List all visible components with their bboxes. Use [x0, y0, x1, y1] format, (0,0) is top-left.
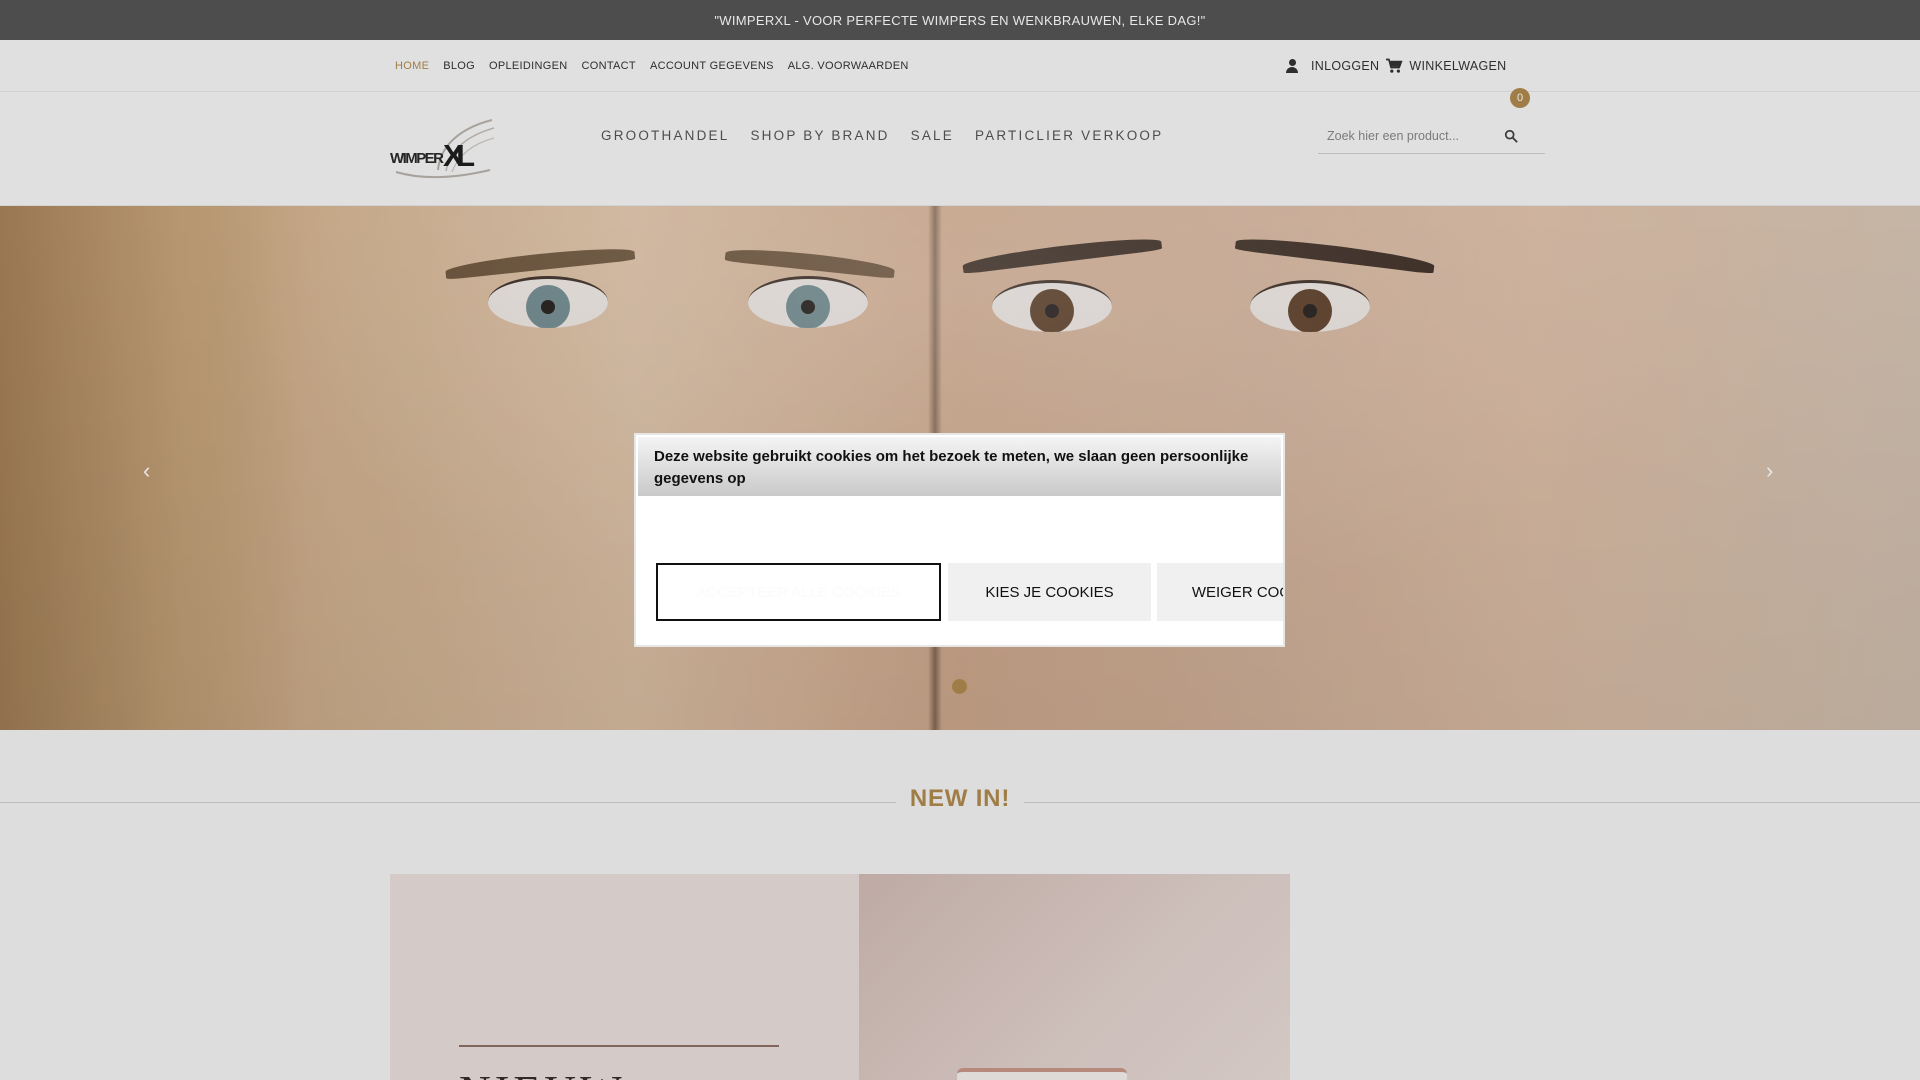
- product-box-image: [957, 1068, 1127, 1080]
- slider-dot-active[interactable]: [952, 679, 967, 694]
- cart-count-badge: 0: [1510, 88, 1530, 108]
- cookie-consent-dialog: Deze website gebruikt cookies om het bez…: [634, 433, 1285, 647]
- nav-link-blog[interactable]: BLOG: [443, 60, 475, 72]
- mainnav-groothandel[interactable]: GROOTHANDEL: [601, 128, 729, 143]
- svg-text:XL: XL: [443, 138, 475, 173]
- nav-link-home[interactable]: HOME: [395, 60, 429, 72]
- promo-heading: NIEUW: [459, 1070, 719, 1080]
- choose-cookies-button[interactable]: KIES JE COOKIES: [948, 563, 1151, 621]
- top-navigation: HOME BLOG OPLEIDINGEN CONTACT ACCOUNT GE…: [0, 40, 1920, 108]
- account-cart-area: INLOGGEN WINKELWAGEN: [1285, 40, 1506, 92]
- search-input[interactable]: [1318, 128, 1498, 143]
- main-header: WIMPER XL GROOTHANDEL SHOP BY BRAND SALE…: [0, 92, 1920, 206]
- promo-text-clip: NIEUW: [459, 1070, 719, 1080]
- section-title: NEW IN!: [895, 785, 1025, 812]
- search-bar: [1318, 118, 1545, 154]
- top-nav-links: HOME BLOG OPLEIDINGEN CONTACT ACCOUNT GE…: [395, 40, 909, 92]
- chevron-right-icon[interactable]: ›: [1766, 458, 1773, 484]
- login-link[interactable]: INLOGGEN: [1311, 59, 1379, 73]
- cart-link[interactable]: WINKELWAGEN: [1409, 59, 1506, 73]
- cookie-message: Deze website gebruikt cookies om het bez…: [654, 448, 1249, 487]
- cookie-dialog-header: Deze website gebruikt cookies om het bez…: [638, 437, 1281, 496]
- accept-all-cookies-button[interactable]: ACCEPTEER ALLE COOKIES: [656, 563, 941, 621]
- announcement-text: "WIMPERXL - VOOR PERFECTE WIMPERS EN WEN…: [714, 12, 1206, 28]
- search-icon[interactable]: [1504, 129, 1518, 143]
- new-in-section-header: NEW IN!: [0, 785, 1920, 820]
- promo-tile-right[interactable]: [859, 874, 1290, 1080]
- user-icon[interactable]: [1285, 59, 1299, 73]
- cookie-actions: ACCEPTEER ALLE COOKIES KIES JE COOKIES W…: [656, 563, 1283, 623]
- main-navigation: GROOTHANDEL SHOP BY BRAND SALE PARTICLIE…: [601, 128, 1163, 143]
- reject-cookies-button[interactable]: WEIGER COOKIES: [1157, 563, 1283, 621]
- chevron-left-icon[interactable]: ‹: [143, 458, 150, 484]
- promo-rule: [459, 1045, 779, 1047]
- cart-icon[interactable]: [1385, 58, 1403, 74]
- nav-link-opleidingen[interactable]: OPLEIDINGEN: [489, 60, 568, 72]
- announcement-bar: "WIMPERXL - VOOR PERFECTE WIMPERS EN WEN…: [0, 0, 1920, 40]
- svg-text:WIMPER: WIMPER: [390, 150, 444, 167]
- nav-link-account-gegevens[interactable]: ACCOUNT GEGEVENS: [650, 60, 774, 72]
- mainnav-particlier-verkoop[interactable]: PARTICLIER VERKOOP: [975, 128, 1163, 143]
- wimperxl-logo[interactable]: WIMPER XL: [390, 116, 495, 182]
- nav-link-alg-voorwaarden[interactable]: ALG. VOORWAARDEN: [788, 60, 909, 72]
- mainnav-shop-by-brand[interactable]: SHOP BY BRAND: [750, 128, 889, 143]
- mainnav-sale[interactable]: SALE: [911, 128, 954, 143]
- nav-link-contact[interactable]: CONTACT: [581, 60, 635, 72]
- promo-tile-left[interactable]: NIEUW: [390, 874, 859, 1080]
